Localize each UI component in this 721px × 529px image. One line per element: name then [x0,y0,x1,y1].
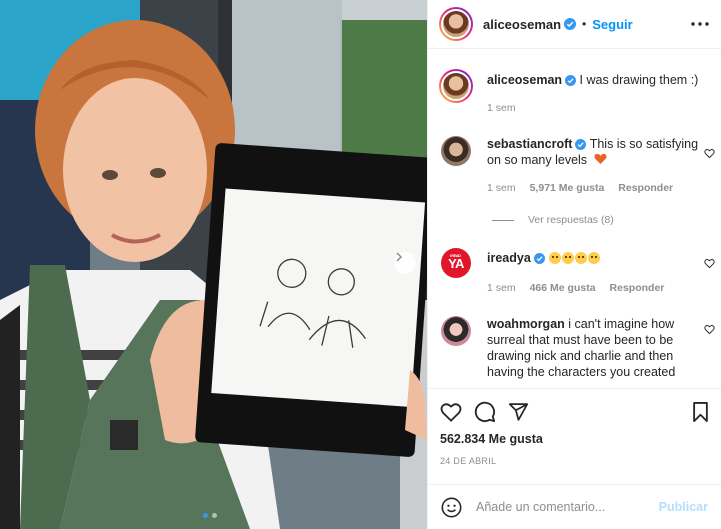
comment-likes[interactable]: 466 Me gusta [530,280,596,296]
verified-badge-icon [533,253,545,264]
reply-button[interactable]: Responder [618,180,673,196]
like-comment-heart-icon[interactable] [704,324,715,335]
author-avatar[interactable] [439,7,473,41]
caption-avatar[interactable] [439,69,473,103]
avatar-small-text: I READ [450,253,461,258]
like-heart-icon[interactable] [440,402,462,422]
reply-button[interactable]: Responder [610,280,665,296]
comment-item: I READ YA ireadya 1 sem 466 Me gusta Res… [439,248,719,296]
comment-item: woahmorgan i can't imagine how surreal t… [439,316,719,380]
like-comment-heart-icon[interactable] [704,148,715,159]
view-replies-label: Ver respuestas (8) [528,214,614,226]
pleading-face-emoji [562,252,575,264]
emoji-smiley-icon[interactable] [441,497,462,518]
add-comment-bar: Añade un comentario... Publicar [428,484,721,529]
follow-button[interactable]: Seguir [592,17,632,32]
comment-time[interactable]: 1 sem [487,180,516,196]
share-paper-plane-icon[interactable] [508,402,529,422]
author-username[interactable]: aliceoseman [483,17,561,32]
commenter-avatar[interactable] [441,136,471,166]
view-replies-button[interactable]: Ver respuestas (8) [492,214,614,226]
commenter-avatar[interactable]: I READ YA [441,248,471,278]
caption-text: I was drawing them :) [579,73,699,87]
carousel-next-button[interactable] [394,252,416,274]
header-separator: • [582,17,587,31]
post-date[interactable]: 24 DE ABRIL [440,456,709,466]
comments-list[interactable]: aliceoseman I was drawing them :) 1 sem … [428,50,721,387]
comment-bubble-icon[interactable] [474,401,496,423]
comment-likes[interactable]: 5,971 Me gusta [530,180,605,196]
likes-count[interactable]: 562.834 Me gusta [440,432,709,446]
chevron-right-icon [396,252,403,262]
commenter-username[interactable]: woahmorgan [487,317,565,331]
like-comment-heart-icon[interactable] [704,258,715,269]
caption-time[interactable]: 1 sem [487,100,516,116]
verified-badge-icon [575,139,587,150]
post-photo [0,0,427,529]
photo-illustration [0,0,427,529]
verified-badge-icon [565,75,577,86]
more-horizontal-icon[interactable] [691,22,709,26]
pleading-face-emoji [588,252,601,264]
publish-button[interactable]: Publicar [659,500,708,514]
post-side-panel: aliceoseman • Seguir aliceoseman I was d… [427,0,721,529]
loudly-crying-face-emoji [549,252,562,264]
heart-emoji-icon [594,153,607,164]
comment-time[interactable]: 1 sem [487,280,516,296]
caption: aliceoseman I was drawing them :) 1 sem [439,69,719,116]
carousel-dot-active [203,513,208,518]
commenter-avatar[interactable] [441,316,471,346]
caption-username[interactable]: aliceoseman [487,73,562,87]
commenter-username[interactable]: ireadya [487,251,531,265]
pleading-face-emoji [575,252,588,264]
comment-input[interactable]: Añade un comentario... [476,500,659,514]
carousel-dot [212,513,217,518]
verified-badge-icon [564,18,577,30]
commenter-username[interactable]: sebastiancroft [487,137,572,151]
post-actions: 562.834 Me gusta 24 DE ABRIL [428,388,721,466]
carousel-indicator [203,513,217,518]
save-bookmark-icon[interactable] [692,401,709,422]
post-header: aliceoseman • Seguir [428,0,721,49]
comment-item: sebastiancroft This is so satisfying on … [439,136,719,196]
replies-line [492,219,514,221]
